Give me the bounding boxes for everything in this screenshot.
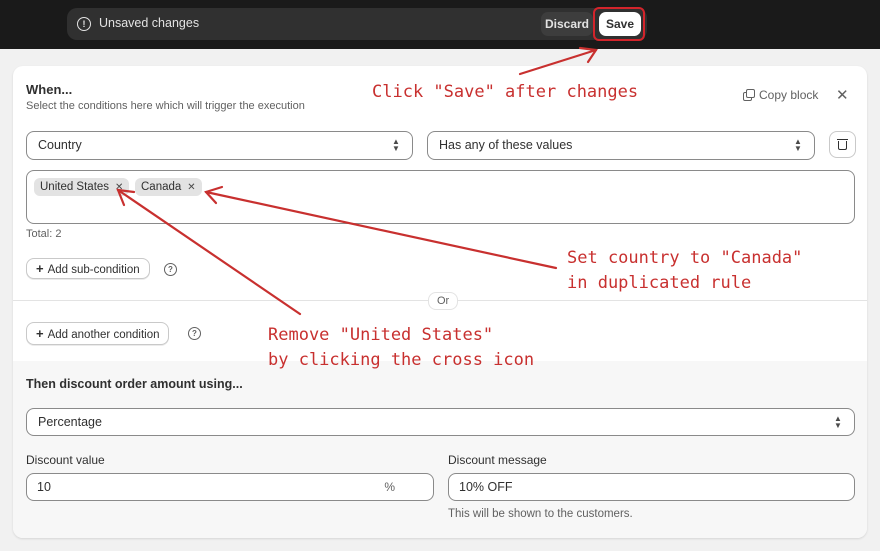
help-icon[interactable]: ? bbox=[188, 327, 201, 340]
annotation-remove-line1: Remove "United States" bbox=[268, 325, 494, 345]
plus-icon: + bbox=[36, 326, 44, 341]
add-sub-condition-button[interactable]: + Add sub-condition bbox=[26, 258, 150, 279]
discount-message-text: 10% OFF bbox=[459, 480, 513, 494]
discount-message-label: Discount message bbox=[448, 453, 547, 467]
add-sub-condition-label: Add sub-condition bbox=[47, 264, 140, 276]
plus-icon: + bbox=[36, 261, 44, 276]
discount-message-help: This will be shown to the customers. bbox=[448, 508, 633, 520]
condition-field-value: Country bbox=[38, 138, 82, 152]
discount-rule-card: When... Select the conditions here which… bbox=[13, 66, 867, 538]
condition-description: Select the conditions here which will tr… bbox=[26, 100, 305, 112]
help-icon[interactable]: ? bbox=[164, 263, 177, 276]
close-icon[interactable]: ✕ bbox=[836, 86, 849, 104]
select-chevron-icon: ▲ ▼ bbox=[392, 137, 400, 153]
percent-suffix: % bbox=[384, 480, 395, 494]
trash-icon bbox=[837, 139, 848, 140]
condition-title: When... bbox=[26, 82, 73, 97]
select-chevron-icon: ▲ ▼ bbox=[794, 137, 802, 153]
total-count: Total: 2 bbox=[26, 228, 62, 240]
add-another-condition-button[interactable]: + Add another condition bbox=[26, 322, 170, 345]
contextual-save-bar: ! Unsaved changes Discard Save bbox=[0, 0, 880, 49]
values-tag-input[interactable]: United States ✕ Canada ✕ bbox=[26, 170, 855, 224]
condition-operator-value: Has any of these values bbox=[439, 138, 573, 152]
discount-value-label: Discount value bbox=[26, 453, 105, 467]
annotation-country-line2: in duplicated rule bbox=[567, 273, 752, 293]
discount-method-value: Percentage bbox=[38, 415, 102, 429]
annotation-save: Click "Save" after changes bbox=[372, 82, 639, 102]
arrowhead-save bbox=[578, 46, 598, 64]
discount-message-input[interactable]: 10% OFF bbox=[448, 473, 855, 501]
annotation-remove-line2: by clicking the cross icon bbox=[268, 350, 535, 370]
tag-label: United States bbox=[40, 181, 110, 193]
unsaved-changes-bar: ! Unsaved changes Discard Save bbox=[67, 8, 647, 40]
add-another-condition-label: Add another condition bbox=[47, 329, 160, 341]
remove-tag-icon[interactable]: ✕ bbox=[187, 182, 195, 193]
or-badge: Or bbox=[428, 292, 459, 310]
tag-united-states: United States ✕ bbox=[34, 178, 130, 196]
tag-canada: Canada ✕ bbox=[135, 178, 202, 196]
copy-icon bbox=[743, 89, 755, 101]
discount-value-text: 10 bbox=[37, 480, 51, 494]
discount-section-title: Then discount order amount using... bbox=[26, 377, 243, 391]
copy-block-label: Copy block bbox=[759, 88, 819, 102]
discard-button[interactable]: Discard bbox=[541, 12, 593, 36]
delete-condition-button[interactable] bbox=[829, 131, 856, 158]
discount-value-input[interactable]: 10 % bbox=[26, 473, 434, 501]
unsaved-changes-text: Unsaved changes bbox=[99, 16, 200, 30]
discount-method-select[interactable]: Percentage ▲ ▼ bbox=[26, 408, 855, 436]
select-chevron-icon: ▲ ▼ bbox=[834, 414, 842, 430]
tag-label: Canada bbox=[141, 181, 182, 193]
copy-block-button[interactable]: Copy block bbox=[743, 88, 818, 102]
remove-tag-icon[interactable]: ✕ bbox=[115, 182, 123, 193]
condition-field-select[interactable]: Country ▲ ▼ bbox=[26, 131, 413, 160]
alert-icon: ! bbox=[77, 17, 91, 31]
save-highlight-box bbox=[593, 7, 645, 41]
condition-operator-select[interactable]: Has any of these values ▲ ▼ bbox=[427, 131, 815, 160]
annotation-country-line1: Set country to "Canada" bbox=[567, 248, 803, 268]
